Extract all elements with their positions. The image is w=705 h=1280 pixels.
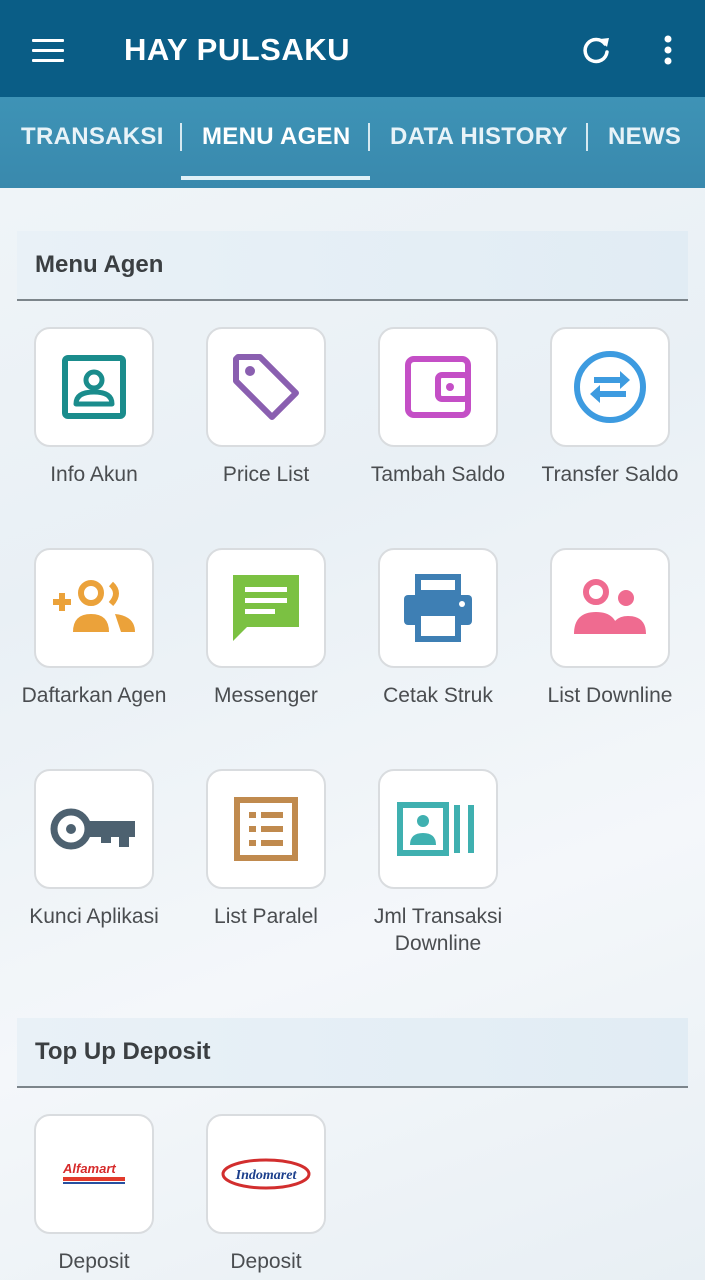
section-header-top-up-deposit: Top Up Deposit: [17, 1018, 688, 1088]
transfer-icon: [574, 351, 646, 423]
menu-item-box[interactable]: [378, 327, 498, 447]
menu-item-label: Price List: [222, 463, 310, 486]
tab-data-history[interactable]: DATA HISTORY: [390, 119, 568, 155]
tab-menu-agen[interactable]: MENU AGEN: [202, 119, 350, 155]
menu-item-box[interactable]: [378, 769, 498, 889]
menu-item-label: Info Akun: [50, 463, 138, 486]
menu-item-messenger[interactable]: Messenger: [180, 548, 352, 709]
deposit-item-box[interactable]: Alfamart: [34, 1114, 154, 1234]
refresh-icon[interactable]: [576, 30, 616, 70]
menu-item-label: Transfer Saldo: [541, 463, 679, 486]
menu-item-label: List Paralel: [214, 905, 318, 928]
menu-item-label: Messenger: [214, 684, 318, 707]
wallet-icon: [405, 356, 471, 418]
tab-news[interactable]: NEWS: [608, 119, 681, 155]
alfamart-logo: Alfamart: [62, 1161, 125, 1184]
indomaret-logo: Indomaret: [221, 1158, 311, 1190]
deposit-item-label: Deposit: [58, 1250, 130, 1273]
menu-item-list-downline[interactable]: List Downline: [524, 548, 696, 709]
tab-divider: [180, 123, 182, 151]
section-title: Top Up Deposit: [35, 1038, 211, 1065]
message-icon: [233, 575, 299, 641]
menu-item-label: Daftarkan Agen: [21, 684, 167, 707]
key-icon: [50, 808, 135, 850]
menu-item-label: Tambah Saldo: [370, 463, 506, 486]
tab-divider: [368, 123, 370, 151]
menu-item-label: Jml Transaksi Downline: [373, 905, 503, 955]
deposit-item-box[interactable]: Indomaret: [206, 1114, 326, 1234]
svg-text:Indomaret: Indomaret: [235, 1168, 298, 1183]
menu-item-box[interactable]: [34, 327, 154, 447]
tab-bar: TRANSAKSI MENU AGEN DATA HISTORY NEWS: [0, 97, 705, 188]
tab-transaksi[interactable]: TRANSAKSI: [21, 119, 164, 155]
menu-item-box[interactable]: [34, 548, 154, 668]
deposit-item-label: Deposit: [230, 1250, 302, 1273]
contacts-icon: [397, 802, 474, 856]
list-icon: [234, 797, 298, 861]
menu-item-box[interactable]: [550, 327, 670, 447]
menu-item-cetak-struk[interactable]: Cetak Struk: [352, 548, 524, 709]
menu-item-box[interactable]: [206, 327, 326, 447]
menu-item-daftarkan-agen[interactable]: Daftarkan Agen: [8, 548, 180, 709]
menu-item-box[interactable]: [378, 548, 498, 668]
svg-text:Alfamart: Alfamart: [62, 1161, 116, 1176]
menu-item-box[interactable]: [206, 769, 326, 889]
menu-item-info-akun[interactable]: Info Akun: [8, 327, 180, 488]
tag-icon: [233, 354, 299, 420]
menu-item-label: List Downline: [547, 684, 673, 707]
menu-item-box[interactable]: [206, 548, 326, 668]
menu-item-box[interactable]: [34, 769, 154, 889]
app-title: HAY PULSAKU: [124, 32, 350, 67]
account-card-icon: [62, 355, 126, 419]
menu-item-price-list[interactable]: Price List: [180, 327, 352, 488]
menu-item-jml-transaksi-downline[interactable]: Jml Transaksi Downline: [352, 769, 524, 957]
menu-item-kunci-aplikasi[interactable]: Kunci Aplikasi: [8, 769, 180, 930]
printer-icon: [404, 574, 472, 642]
tab-divider: [586, 123, 588, 151]
hamburger-menu-icon[interactable]: [24, 30, 72, 70]
deposit-item-alfamart[interactable]: Alfamart Deposit: [8, 1114, 180, 1275]
more-options-icon[interactable]: [648, 30, 688, 70]
menu-item-list-paralel[interactable]: List Paralel: [180, 769, 352, 930]
menu-item-box[interactable]: [550, 548, 670, 668]
section-header-menu-agen: Menu Agen: [17, 231, 688, 301]
app-bar: HAY PULSAKU: [0, 0, 705, 97]
menu-item-tambah-saldo[interactable]: Tambah Saldo: [352, 327, 524, 488]
menu-item-transfer-saldo[interactable]: Transfer Saldo: [524, 327, 696, 488]
active-tab-indicator: [181, 176, 370, 180]
menu-item-label: Cetak Struk: [383, 684, 493, 707]
users-icon: [574, 579, 646, 634]
deposit-item-indomaret[interactable]: Indomaret Deposit: [180, 1114, 352, 1275]
menu-item-label: Kunci Aplikasi: [29, 905, 159, 928]
section-title: Menu Agen: [35, 251, 164, 278]
add-user-icon: [53, 580, 135, 632]
